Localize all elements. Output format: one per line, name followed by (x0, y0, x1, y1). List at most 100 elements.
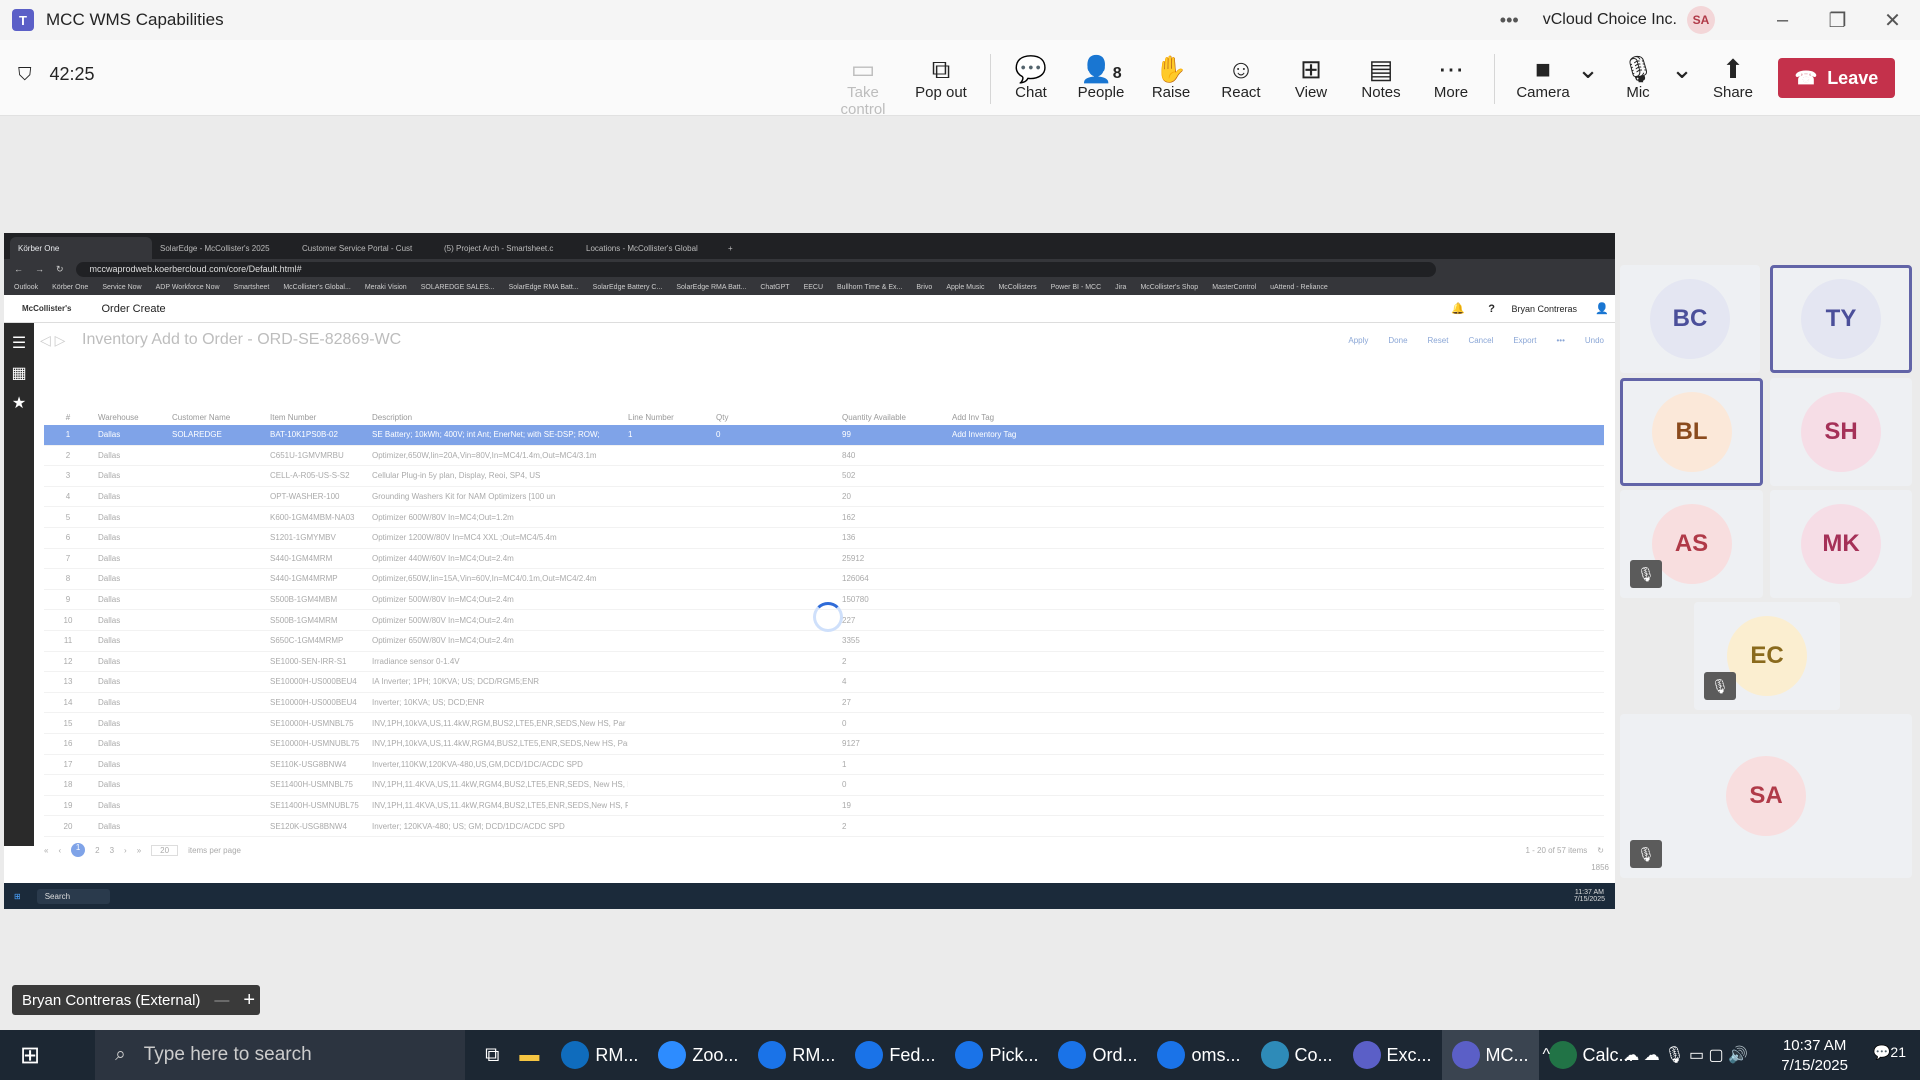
reload-icon[interactable]: ↻ (56, 264, 64, 275)
bookmark-item[interactable]: McCollister's Global... (283, 284, 350, 291)
participant-tile[interactable]: MK (1770, 490, 1912, 598)
taskbar-app[interactable]: Co... (1251, 1030, 1343, 1080)
action-cancel-button[interactable]: Cancel (1468, 336, 1493, 345)
table-row[interactable]: 16 Dallas SE10000H-USMNUBL75 INV,1PH,10kVA,… (44, 734, 1604, 755)
column-header[interactable]: Add Inv Tag (952, 413, 1072, 422)
org-name[interactable]: vCloud Choice Inc. (1543, 11, 1677, 29)
take-control-button[interactable]: ▭ Take control (828, 54, 898, 118)
windows-start-icon[interactable]: ⊞ (20, 1041, 40, 1070)
browser-tab[interactable]: Locations - McCollister's Global (578, 237, 720, 259)
share-button[interactable]: ⬆ Share (1698, 54, 1768, 101)
column-header[interactable]: Item Number (270, 413, 372, 422)
per-page-select[interactable]: 20 (151, 844, 179, 856)
column-header[interactable]: Description (372, 413, 628, 422)
nav-back-icon[interactable]: ◁ ▷ (40, 332, 65, 349)
file-explorer-icon[interactable]: ▬ (519, 1044, 539, 1067)
refresh-icon[interactable]: ↻ (1597, 846, 1604, 855)
taskbar-app[interactable]: Pick... (945, 1030, 1048, 1080)
column-header[interactable]: Customer Name (172, 413, 270, 422)
bookmark-item[interactable]: Power BI - MCC (1051, 284, 1102, 291)
forward-icon[interactable]: → (35, 264, 44, 274)
notes-button[interactable]: ▤ Notes (1346, 54, 1416, 101)
action--button[interactable]: ••• (1556, 336, 1564, 345)
page-button[interactable]: 2 (95, 846, 99, 855)
bookmark-item[interactable]: Bullhorn Time & Ex... (837, 284, 902, 291)
bookmark-item[interactable]: McCollisters (998, 284, 1036, 291)
table-cell[interactable]: Add Inventory Tag (952, 430, 1072, 439)
taskbar-app[interactable]: Fed... (845, 1030, 945, 1080)
column-header[interactable]: Quantity Available (842, 413, 952, 422)
taskbar-clock[interactable]: 10:37 AM 7/15/2025 (1781, 1036, 1848, 1076)
bookmark-item[interactable]: Jira (1115, 284, 1126, 291)
user-avatar[interactable]: SA (1687, 6, 1715, 34)
camera-button[interactable]: ■ Camera (1508, 54, 1578, 101)
prev-page-icon[interactable]: ‹ (58, 846, 61, 855)
table-row[interactable]: 19 Dallas SE11400H-USMNUBL75 INV,1PH,11.4KV… (44, 796, 1604, 817)
bookmark-item[interactable]: ChatGPT (760, 284, 789, 291)
column-header[interactable]: Line Number (628, 413, 716, 422)
table-row[interactable]: 11 Dallas S650C-1GM4MRMP Optimizer 650W/80V… (44, 631, 1604, 652)
more-options-icon[interactable]: ••• (1500, 10, 1519, 31)
participant-tile[interactable]: SA 🎙 (1620, 714, 1912, 878)
taskbar-app[interactable]: Zoo... (648, 1030, 748, 1080)
tray-chevron-icon[interactable]: ^ (1542, 1046, 1550, 1064)
view-button[interactable]: ⊞ View (1276, 54, 1346, 101)
table-row[interactable]: 12 Dallas SE1000-SEN-IRR-S1 Irradiance sens… (44, 652, 1604, 673)
page-button[interactable]: 3 (110, 846, 114, 855)
react-button[interactable]: ☺ React (1206, 54, 1276, 101)
action-done-button[interactable]: Done (1388, 336, 1407, 345)
table-row[interactable]: 6 Dallas S1201-1GMYMBV Optimizer 1200W/80V … (44, 528, 1604, 549)
taskbar-search[interactable]: ⌕ Type here to search (95, 1030, 466, 1080)
bookmark-item[interactable]: EECU (804, 284, 823, 291)
table-row[interactable]: 5 Dallas K600-1GM4MBM-NA03 Optimizer 600W/8… (44, 507, 1604, 528)
bookmark-item[interactable]: SOLAREDGE SALES... (421, 284, 495, 291)
help-icon[interactable]: ? (1488, 303, 1495, 315)
plus-icon[interactable]: + (243, 989, 255, 1012)
bookmark-item[interactable]: SolarEdge RMA Batt... (509, 284, 579, 291)
chat-button[interactable]: 💬 Chat (996, 54, 1066, 101)
bookmark-item[interactable]: Service Now (102, 284, 141, 291)
user-icon[interactable]: 👤 (1595, 302, 1609, 315)
browser-tab[interactable]: SolarEdge - McCollister's 2025 (152, 237, 294, 259)
close-icon[interactable]: ✕ (1865, 8, 1920, 33)
bookmark-item[interactable]: Meraki Vision (365, 284, 407, 291)
participant-tile[interactable]: BL (1620, 378, 1763, 486)
table-row[interactable]: 8 Dallas S440-1GM4MRMP Optimizer,650W,lin=1… (44, 569, 1604, 590)
next-page-icon[interactable]: › (124, 846, 127, 855)
bell-icon[interactable]: 🔔 (1451, 302, 1465, 315)
table-row[interactable]: 13 Dallas SE10000H-US000BEU4 IA Inverter; 1… (44, 672, 1604, 693)
bookmark-item[interactable]: Apple Music (946, 284, 984, 291)
people-button[interactable]: 👤8 People (1066, 54, 1136, 101)
star-icon[interactable]: ★ (4, 393, 34, 413)
url-field[interactable]: mccwaprodweb.koerbercloud.com/core/Defau… (75, 261, 1436, 277)
taskbar-app[interactable]: Exc... (1343, 1030, 1442, 1080)
participant-tile[interactable]: TY (1770, 265, 1912, 373)
minimize-icon[interactable]: — (214, 992, 229, 1009)
leave-button[interactable]: ☎ Leave (1778, 58, 1895, 98)
mic-button[interactable]: 🎙 Mic (1603, 54, 1673, 101)
more-button[interactable]: ⋯ More (1416, 54, 1486, 101)
bookmark-item[interactable]: SolarEdge RMA Batt... (676, 284, 746, 291)
minimize-icon[interactable]: – (1755, 9, 1810, 32)
table-row[interactable]: 15 Dallas SE10000H-USMNBL75 INV,1PH,10kVA,U… (44, 713, 1604, 734)
column-header[interactable]: Warehouse (92, 413, 172, 422)
taskbar-app[interactable]: oms... (1147, 1030, 1250, 1080)
taskbar-app[interactable]: RM... (748, 1030, 845, 1080)
back-icon[interactable]: ← (14, 264, 23, 274)
action-export-button[interactable]: Export (1513, 336, 1536, 345)
notifications-icon[interactable]: 💬21 (1873, 1044, 1906, 1061)
browser-tab[interactable]: (5) Project Arch - Smartsheet.c (436, 237, 578, 259)
action-undo-button[interactable]: Undo (1585, 336, 1604, 345)
browser-tab[interactable]: Customer Service Portal - Cust (294, 237, 436, 259)
table-row[interactable]: 17 Dallas SE110K-USG8BNW4 Inverter,110KW,12… (44, 755, 1604, 776)
task-view-icon[interactable]: ⧉ (485, 1044, 499, 1067)
grid-icon[interactable]: ▦ (4, 363, 34, 383)
menu-icon[interactable]: ☰ (4, 333, 34, 353)
bookmark-item[interactable]: Körber One (52, 284, 88, 291)
taskbar-app[interactable]: MC... (1441, 1030, 1539, 1080)
maximize-icon[interactable]: ❐ (1810, 8, 1865, 33)
table-row[interactable]: 1 Dallas SOLAREDGE BAT-10K1PS0B-02 SE Batter… (44, 425, 1604, 446)
bookmark-item[interactable]: Brivo (916, 284, 932, 291)
browser-tab[interactable]: Körber One (10, 237, 152, 259)
last-page-icon[interactable]: » (137, 846, 141, 855)
